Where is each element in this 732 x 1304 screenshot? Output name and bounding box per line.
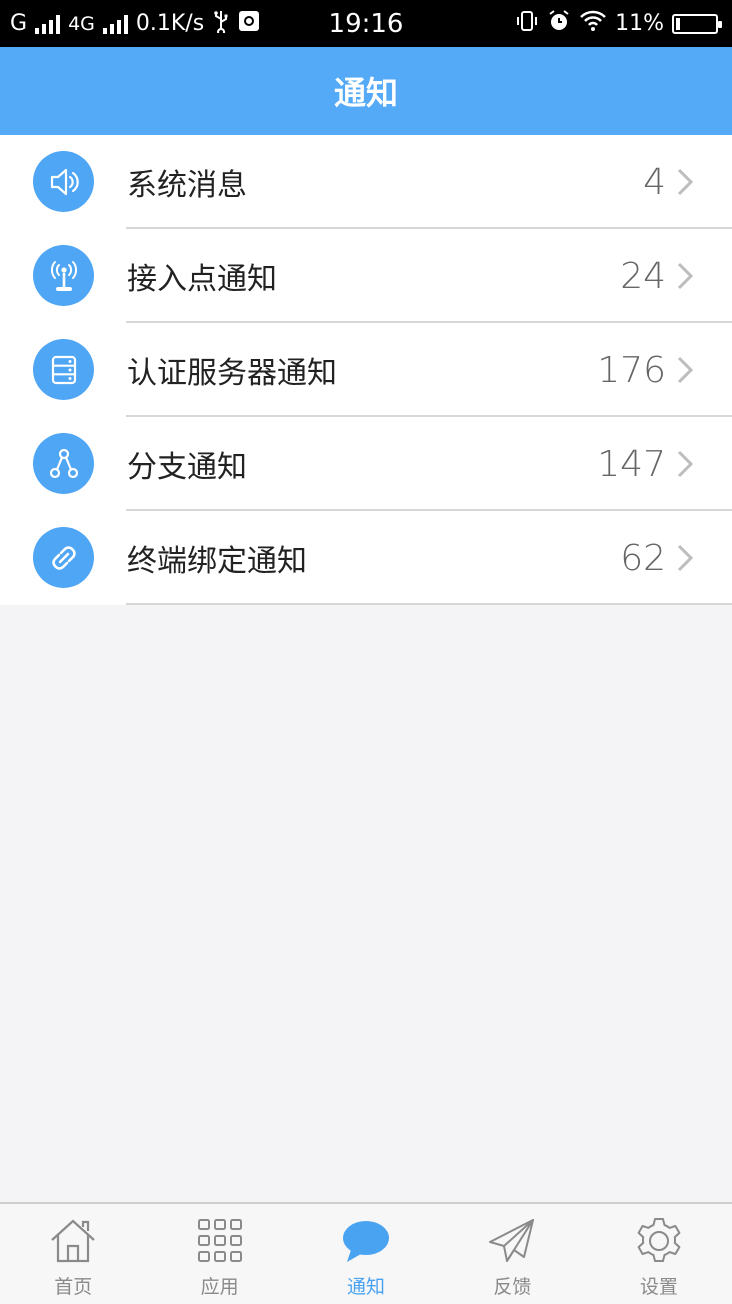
apps-grid-icon [197,1219,242,1262]
server-icon [33,339,94,400]
notification-count: 4 [643,161,666,203]
battery-icon: ⚡ [672,13,722,34]
antenna-icon [33,245,94,306]
status-bar: G 4G 0.1K/s 19:16 11% ⚡ [0,0,732,47]
notification-count: 62 [620,537,666,579]
status-left: G 4G 0.1K/s [10,9,260,39]
notification-list: 系统消息 4 接入点通知 24 认证服务器通知 176 分支通知 147 终端绑… [0,135,732,605]
notification-count: 147 [597,443,666,485]
chevron-right-icon [677,262,694,290]
chevron-right-icon [677,356,694,384]
page-header: 通知 [0,47,732,135]
app-notification-icon [238,10,260,38]
notification-label: 终端绑定通知 [127,544,307,579]
tab-label: 设置 [639,1276,678,1298]
tab-label: 应用 [200,1276,239,1298]
signal-icon-2 [102,14,128,34]
notification-label: 接入点通知 [127,262,277,297]
bottom-tab-bar: 首页 应用 通知 反馈 设置 [0,1202,732,1304]
notification-item-access-point[interactable]: 接入点通知 24 [0,229,732,323]
divider [126,603,732,605]
paper-plane-icon [489,1219,535,1262]
chevron-right-icon [677,450,694,478]
tab-feedback[interactable]: 反馈 [439,1204,585,1304]
carrier-1: G [10,11,28,36]
vibrate-icon [515,9,539,39]
network-speed: 0.1K/s [135,11,205,36]
usb-icon [212,9,230,39]
home-icon [51,1219,95,1263]
chevron-right-icon [677,168,694,196]
notification-item-terminal-binding[interactable]: 终端绑定通知 62 [0,511,732,605]
alarm-icon [547,9,571,39]
chat-bubble-icon [343,1221,390,1262]
notification-item-system[interactable]: 系统消息 4 [0,135,732,229]
notification-label: 分支通知 [127,450,247,485]
notification-item-branch[interactable]: 分支通知 147 [0,417,732,511]
battery-percent: 11% [615,11,664,36]
status-right: 11% ⚡ [515,9,722,39]
gear-icon [637,1218,681,1262]
carrier-2: 4G [68,12,95,35]
notification-item-auth-server[interactable]: 认证服务器通知 176 [0,323,732,417]
tab-home[interactable]: 首页 [0,1204,146,1304]
signal-icon [35,14,61,34]
notification-label: 认证服务器通知 [127,356,337,391]
branch-icon [33,433,94,494]
wifi-icon [579,10,607,38]
tab-label: 首页 [54,1276,93,1298]
page-title: 通知 [333,74,398,112]
link-icon [33,527,94,588]
notification-label: 系统消息 [127,168,247,203]
chevron-right-icon [677,544,694,572]
notification-count: 24 [620,255,666,297]
tab-apps[interactable]: 应用 [146,1204,292,1304]
tab-label: 反馈 [493,1276,532,1298]
tab-settings[interactable]: 设置 [586,1204,732,1304]
notification-count: 176 [597,349,666,391]
tab-label: 通知 [347,1276,386,1298]
speaker-icon [33,151,94,212]
tab-notifications[interactable]: 通知 [293,1204,439,1304]
